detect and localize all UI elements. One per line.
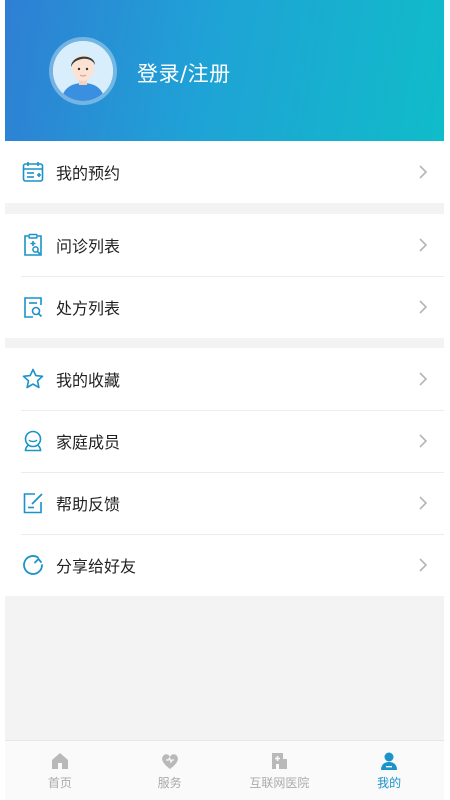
- consultation-list-icon: [24, 233, 42, 256]
- menu-item-my-favorites[interactable]: 我的收藏: [5, 348, 444, 410]
- page-content: 登录/注册 我的预约 问诊列表 处方列表 我的收藏 家庭成员 帮助反馈 分享给好…: [5, 0, 444, 740]
- tab-internet-hospital[interactable]: 互联网医院: [225, 741, 335, 800]
- user-icon: [381, 752, 398, 770]
- chevron-right-icon: [419, 558, 428, 572]
- chevron-right-icon: [419, 434, 428, 448]
- family-members-icon: [24, 430, 42, 452]
- bottom-tab-bar: 首页 服务 互联网医院 我的: [5, 740, 444, 800]
- tab-services[interactable]: 服务: [115, 741, 225, 800]
- home-icon: [51, 753, 68, 769]
- chevron-right-icon: [419, 165, 428, 179]
- menu-item-help-feedback[interactable]: 帮助反馈: [5, 472, 444, 534]
- menu-item-my-appointments[interactable]: 我的预约: [5, 141, 444, 203]
- feedback-edit-icon: [23, 493, 43, 514]
- hospital-icon: [272, 753, 288, 769]
- tab-label: 我的: [377, 776, 402, 790]
- heart-service-icon: [161, 754, 178, 769]
- avatar-image: [53, 41, 113, 101]
- menu-item-label: 我的预约: [56, 164, 121, 183]
- avatar[interactable]: [49, 37, 117, 105]
- tab-label: 首页: [47, 776, 72, 790]
- profile-screen: 登录/注册 我的预约 问诊列表 处方列表 我的收藏 家庭成员 帮助反馈 分享给好…: [0, 0, 450, 800]
- chevron-right-icon: [419, 300, 428, 314]
- menu-group-records: 问诊列表 处方列表: [5, 214, 444, 338]
- star-icon: [22, 368, 44, 389]
- menu-item-prescription-list[interactable]: 处方列表: [5, 276, 444, 338]
- menu-item-family-members[interactable]: 家庭成员: [5, 410, 444, 472]
- tab-home[interactable]: 首页: [5, 741, 115, 800]
- menu-group-appointments: 我的预约: [5, 141, 444, 203]
- chevron-right-icon: [419, 372, 428, 386]
- menu-item-label: 我的收藏: [56, 371, 121, 390]
- profile-header: 登录/注册: [5, 0, 444, 141]
- login-register-link[interactable]: 登录/注册: [137, 58, 231, 88]
- prescription-list-icon: [24, 297, 43, 318]
- menu-item-label: 处方列表: [56, 299, 121, 318]
- chevron-right-icon: [419, 238, 428, 252]
- menu-item-label: 问诊列表: [56, 237, 121, 256]
- menu-item-label: 家庭成员: [56, 433, 121, 452]
- share-refresh-icon: [23, 555, 43, 575]
- calendar-icon: [22, 162, 44, 182]
- menu-item-label: 帮助反馈: [56, 495, 121, 514]
- menu-item-label: 分享给好友: [56, 557, 137, 576]
- menu-item-consultation-list[interactable]: 问诊列表: [5, 214, 444, 276]
- tab-mine[interactable]: 我的: [334, 741, 444, 800]
- menu-group-personal: 我的收藏 家庭成员 帮助反馈 分享给好友: [5, 348, 444, 596]
- tab-label: 互联网医院: [249, 776, 310, 790]
- user-avatar-icon: [53, 41, 113, 101]
- chevron-right-icon: [419, 496, 428, 510]
- menu-item-share-with-friends[interactable]: 分享给好友: [5, 534, 444, 596]
- tab-label: 服务: [157, 776, 182, 790]
